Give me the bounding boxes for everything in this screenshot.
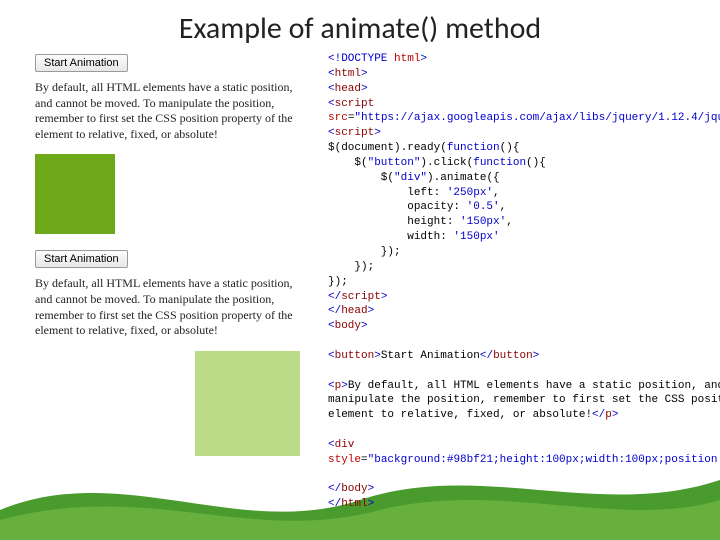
code-token: > — [612, 409, 619, 421]
code-token: < — [328, 127, 335, 139]
code-token: head — [335, 83, 361, 95]
code-token: </ — [328, 291, 341, 303]
start-animation-button-2[interactable]: Start Animation — [35, 250, 128, 268]
code-token: '0.5' — [467, 201, 500, 213]
code-token: script — [341, 291, 381, 303]
code-token: > — [361, 320, 368, 332]
demo-description-2: By default, all HTML elements have a sta… — [35, 276, 300, 338]
code-token: > — [368, 498, 375, 510]
code-token: By default, all HTML elements have a sta… — [328, 380, 720, 422]
code-token: "https://ajax.googleapis.com/ajax/libs/j… — [354, 112, 720, 124]
code-token: > — [374, 127, 381, 139]
code-token: Start Animation — [381, 350, 480, 362]
demo-description-1: By default, all HTML elements have a sta… — [35, 80, 300, 142]
code-token: , — [506, 216, 513, 228]
code-token: p — [605, 409, 612, 421]
code-token: $( — [328, 157, 368, 169]
code-token: script — [335, 127, 375, 139]
code-token: (){ — [500, 142, 520, 154]
demo-section-2: Start Animation By default, all HTML ele… — [35, 248, 300, 455]
code-token: < — [328, 320, 335, 332]
code-token: }); — [328, 246, 401, 258]
code-token: '250px' — [447, 187, 493, 199]
code-token: }); — [328, 276, 348, 288]
code-token: button — [493, 350, 533, 362]
code-token: (){ — [526, 157, 546, 169]
code-token: < — [328, 350, 335, 362]
code-token: = — [361, 454, 368, 466]
code-token: style — [328, 454, 361, 466]
code-token: < — [328, 380, 335, 392]
code-token: > — [361, 83, 368, 95]
code-token: left: — [328, 187, 447, 199]
code-token: > — [368, 483, 375, 495]
code-token: > — [374, 350, 381, 362]
green-box-animated — [195, 351, 300, 456]
left-demo-panel: Start Animation By default, all HTML ele… — [0, 52, 308, 512]
code-token: button — [335, 350, 375, 362]
code-token: div — [335, 439, 355, 451]
code-token: script — [335, 98, 375, 110]
code-token: ).animate({ — [427, 172, 500, 184]
code-token: </ — [328, 305, 341, 317]
code-token: , — [493, 187, 500, 199]
code-token: </ — [480, 350, 493, 362]
code-token: < — [328, 98, 335, 110]
code-token: $(document).ready( — [328, 142, 447, 154]
code-token: function — [447, 142, 500, 154]
code-token: <!DOCTYPE — [328, 53, 394, 65]
code-token: > — [361, 68, 368, 80]
code-token: </ — [592, 409, 605, 421]
code-token: }); — [328, 261, 374, 273]
code-token: > — [381, 291, 388, 303]
code-token: body — [341, 483, 367, 495]
code-token: height: — [328, 216, 460, 228]
code-token: > — [420, 53, 427, 65]
green-box-initial — [35, 154, 115, 234]
code-token: html — [394, 53, 420, 65]
code-token: '150px' — [460, 216, 506, 228]
start-animation-button-1[interactable]: Start Animation — [35, 54, 128, 72]
code-token: </ — [328, 483, 341, 495]
code-token: body — [335, 320, 361, 332]
code-token: ).click( — [420, 157, 473, 169]
code-token: '150px' — [453, 231, 499, 243]
code-token: < — [328, 83, 335, 95]
code-token: width: — [328, 231, 453, 243]
demo-section-1: Start Animation By default, all HTML ele… — [35, 52, 300, 234]
code-token: "background:#98bf21;height:100px;width:1… — [368, 454, 720, 466]
code-token: < — [328, 68, 335, 80]
code-token: opacity: — [328, 201, 467, 213]
code-token: src — [328, 112, 348, 124]
code-token: "button" — [368, 157, 421, 169]
code-token: > — [533, 350, 540, 362]
code-token: html — [341, 498, 367, 510]
code-token: "div" — [394, 172, 427, 184]
code-panel: <!DOCTYPE html> <html> <head> <script sr… — [308, 52, 720, 512]
page-title: Example of animate() method — [0, 0, 720, 52]
code-token: , — [500, 201, 507, 213]
code-token: > — [368, 305, 375, 317]
code-token: html — [335, 68, 361, 80]
code-token: > — [341, 380, 348, 392]
code-token: head — [341, 305, 367, 317]
code-token: function — [473, 157, 526, 169]
code-token: </ — [328, 498, 341, 510]
code-token: < — [328, 439, 335, 451]
code-token: $( — [328, 172, 394, 184]
